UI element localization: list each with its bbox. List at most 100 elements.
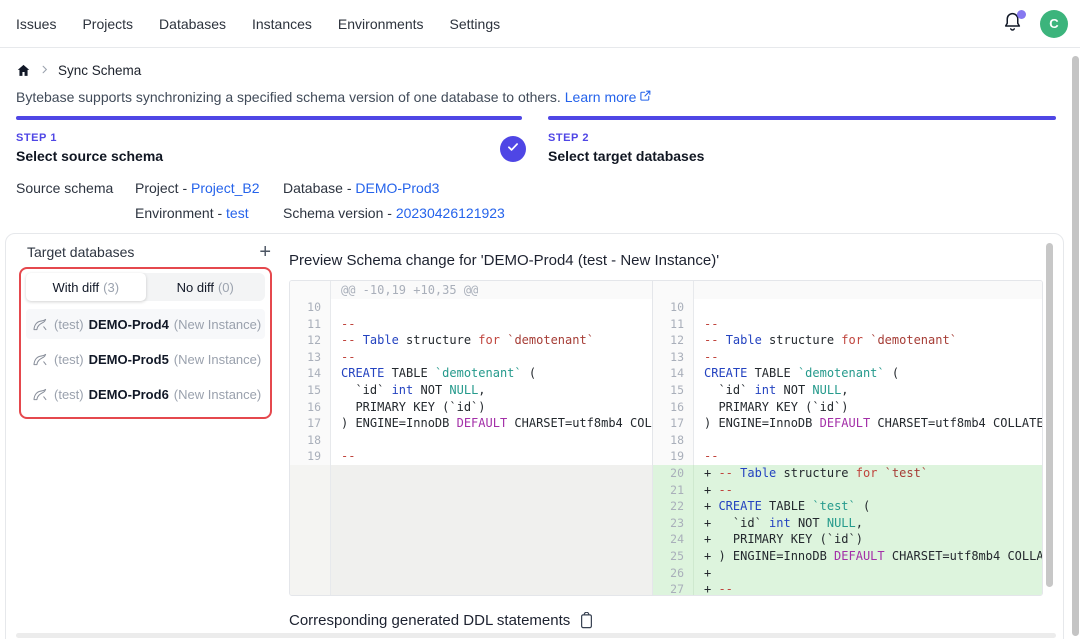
source-field-project: Project - Project_B2: [135, 180, 283, 196]
diff-line: 12-- Table structure for `demotenant`: [290, 332, 652, 349]
ddl-section-header: Corresponding generated DDL statements: [289, 612, 594, 629]
source-field-value[interactable]: Project_B2: [191, 180, 259, 196]
ddl-title: Corresponding generated DDL statements: [289, 612, 570, 629]
nav-item-instances[interactable]: Instances: [252, 16, 312, 32]
horizontal-scrollbar[interactable]: [16, 633, 1056, 638]
diff-line: 22+ CREATE TABLE `test` (: [653, 498, 1042, 515]
nav-right: C: [1000, 0, 1068, 47]
nav-item-projects[interactable]: Projects: [82, 16, 133, 32]
diff-line: 16 PRIMARY KEY (`id`): [290, 399, 652, 416]
diff-line: 18: [290, 432, 652, 449]
diff-line: 18: [653, 432, 1042, 449]
step1-title: Select source schema: [16, 148, 163, 164]
breadcrumb-current: Sync Schema: [58, 63, 141, 78]
nav-items: Issues Projects Databases Instances Environm…: [16, 0, 500, 47]
diff-line: 27+ --: [653, 581, 1042, 595]
source-field-schema-version: Schema version - 20230426121923: [283, 205, 505, 221]
diff-line: 17) ENGINE=InnoDB DEFAULT CHARSET=utf8mb…: [653, 415, 1042, 432]
page-vertical-scrollbar[interactable]: [1072, 56, 1079, 636]
target-panel-title: Target databases: [27, 244, 134, 260]
nav-item-databases[interactable]: Databases: [159, 16, 226, 32]
diff-right-rows: 1011--12-- Table structure for `demotena…: [653, 299, 1042, 595]
diff-line: 15 `id` int NOT NULL,: [290, 382, 652, 399]
diff-line: 24+ PRIMARY KEY (`id`): [653, 531, 1042, 548]
step2: STEP 2 Select target databases: [548, 132, 704, 164]
target-database-item[interactable]: (test) DEMO-Prod5 (New Instance): [26, 344, 265, 374]
source-schema-fields: Project - Project_B2Database - DEMO-Prod…: [135, 180, 505, 221]
notification-dot: [1017, 10, 1026, 19]
diff-line: 11--: [290, 316, 652, 333]
step1-progress-bar: [16, 116, 522, 120]
target-database-list: (test) DEMO-Prod4 (New Instance) (test) D…: [26, 309, 265, 409]
sync-schema-page: Issues Projects Databases Instances Environm…: [0, 0, 1080, 639]
diff-filter-tabs: With diff(3)No diff(0): [26, 273, 265, 301]
diff-line: 15 `id` int NOT NULL,: [653, 382, 1042, 399]
diff-line: 10: [290, 299, 652, 316]
clipboard-icon[interactable]: [579, 612, 594, 629]
breadcrumb: Sync Schema: [16, 63, 141, 78]
home-icon[interactable]: [16, 63, 31, 78]
preview-title: Preview Schema change for 'DEMO-Prod4 (t…: [289, 252, 719, 269]
diff-line: 13--: [290, 349, 652, 366]
source-field-environment: Environment - test: [135, 205, 283, 221]
diff-line: 26+: [653, 565, 1042, 582]
external-link-icon: [639, 89, 652, 105]
top-navigation: Issues Projects Databases Instances Environm…: [0, 0, 1080, 48]
diff-line: 14CREATE TABLE `demotenant` (: [653, 365, 1042, 382]
schema-diff-viewer: @@ -10,19 +10,35 @@ 1011--12-- Table str…: [289, 280, 1043, 596]
learn-more-label: Learn more: [565, 89, 637, 105]
intro-text: Bytebase supports synchronizing a specif…: [16, 89, 652, 105]
diff-hunk-header: @@ -10,19 +10,35 @@: [331, 281, 478, 299]
diff-left-rows: 1011--12-- Table structure for `demotena…: [290, 299, 652, 465]
tab-with-diff[interactable]: With diff(3): [26, 273, 146, 301]
diff-line: 12-- Table structure for `demotenant`: [653, 332, 1042, 349]
diff-line: 21+ --: [653, 482, 1042, 499]
intro-description: Bytebase supports synchronizing a specif…: [16, 89, 561, 105]
diff-line: 19--: [653, 448, 1042, 465]
check-icon: [506, 140, 520, 159]
preview-vertical-scrollbar[interactable]: [1046, 243, 1053, 587]
notification-bell-button[interactable]: [1000, 12, 1024, 36]
diff-line: 14CREATE TABLE `demotenant` (: [290, 365, 652, 382]
diff-line: 25+ ) ENGINE=InnoDB DEFAULT CHARSET=utf8…: [653, 548, 1042, 565]
diff-line: 17) ENGINE=InnoDB DEFAULT CHARSET=utf8mb…: [290, 415, 652, 432]
diff-line: 11--: [653, 316, 1042, 333]
tab-no-diff[interactable]: No diff(0): [146, 273, 266, 301]
diff-right-header-row: [653, 281, 1042, 299]
avatar[interactable]: C: [1040, 10, 1068, 38]
source-schema-label: Source schema: [16, 180, 113, 196]
step2-progress-bar: [548, 116, 1056, 120]
diff-line: 13--: [653, 349, 1042, 366]
target-database-item[interactable]: (test) DEMO-Prod4 (New Instance): [26, 309, 265, 339]
nav-item-environments[interactable]: Environments: [338, 16, 424, 32]
target-database-item[interactable]: (test) DEMO-Prod6 (New Instance): [26, 379, 265, 409]
add-target-database-button[interactable]: +: [259, 243, 271, 261]
step1-label: STEP 1: [16, 132, 163, 144]
diff-line: 20+ -- Table structure for `test`: [653, 465, 1042, 482]
diff-line: 19--: [290, 448, 652, 465]
diff-line: 23+ `id` int NOT NULL,: [653, 515, 1042, 532]
step2-title: Select target databases: [548, 148, 704, 164]
source-field-value[interactable]: 20230426121923: [396, 205, 505, 221]
learn-more-link[interactable]: Learn more: [565, 89, 653, 105]
chevron-right-icon: [39, 63, 50, 78]
source-field-database: Database - DEMO-Prod3: [283, 180, 505, 196]
diff-hunk-header-row: @@ -10,19 +10,35 @@: [290, 281, 652, 299]
diff-pane-target: 1011--12-- Table structure for `demotena…: [653, 281, 1042, 595]
step1-completed-badge: [500, 136, 526, 162]
diff-left-filler: [290, 465, 652, 595]
target-panel-header: Target databases +: [27, 243, 271, 261]
mysql-icon: [32, 318, 49, 331]
diff-line: 10: [653, 299, 1042, 316]
step1: STEP 1 Select source schema: [16, 132, 163, 164]
nav-item-settings[interactable]: Settings: [450, 16, 501, 32]
mysql-icon: [32, 353, 49, 366]
diff-pane-source: @@ -10,19 +10,35 @@ 1011--12-- Table str…: [290, 281, 653, 595]
nav-item-issues[interactable]: Issues: [16, 16, 56, 32]
source-field-value[interactable]: DEMO-Prod3: [355, 180, 439, 196]
diff-line: 16 PRIMARY KEY (`id`): [653, 399, 1042, 416]
target-database-highlight-box: With diff(3)No diff(0) (test) DEMO-Prod4…: [19, 267, 272, 419]
mysql-icon: [32, 388, 49, 401]
source-field-value[interactable]: test: [226, 205, 249, 221]
step2-label: STEP 2: [548, 132, 704, 144]
